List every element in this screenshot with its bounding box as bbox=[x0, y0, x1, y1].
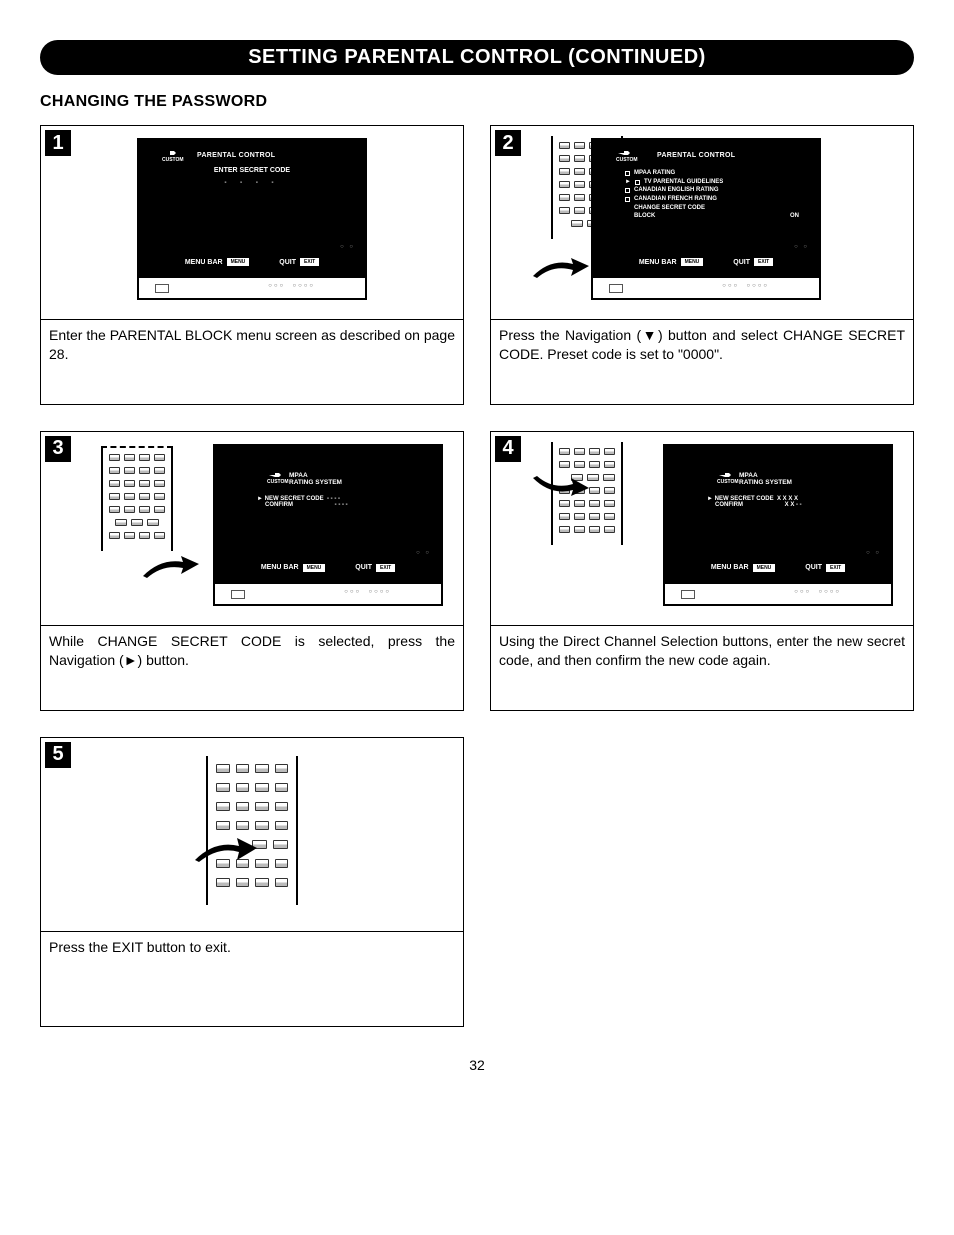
mpaa-label: MPAA bbox=[289, 472, 308, 479]
arrow-icon bbox=[531, 472, 591, 498]
tv-base: ○○○ ○○○○ bbox=[137, 278, 367, 300]
tv-base: ○○○ ○○○○ bbox=[663, 584, 893, 606]
hand-icon bbox=[164, 149, 178, 157]
tv-illustration: CUSTOM PARENTAL CONTROL ENTER SECRET COD… bbox=[137, 138, 367, 300]
quit-label: QUIT bbox=[805, 564, 822, 571]
section-subheading: CHANGING THE PASSWORD bbox=[40, 93, 914, 111]
tv-base: ○○○ ○○○○ bbox=[591, 278, 821, 300]
menu-button-label: MENU bbox=[303, 564, 326, 572]
led-dots: ○ ○ bbox=[416, 550, 431, 556]
step-4-panel: 4 CUSTOM bbox=[490, 431, 914, 626]
menu-item: BLOCK bbox=[634, 212, 655, 221]
tv-menu-row: MENU BAR MENU QUIT EXIT bbox=[215, 564, 441, 572]
arrow-icon bbox=[531, 256, 591, 282]
tv-menu-row: MENU BAR MENU QUIT EXIT bbox=[593, 258, 819, 266]
hand-icon bbox=[719, 471, 733, 479]
step-number: 3 bbox=[45, 436, 71, 462]
confirm-label: CONFIRM bbox=[715, 502, 743, 508]
step-5-caption: Press the EXIT button to exit. bbox=[40, 932, 464, 1028]
tv-base: ○○○ ○○○○ bbox=[213, 584, 443, 606]
custom-label: CUSTOM bbox=[616, 157, 638, 163]
custom-label: CUSTOM bbox=[162, 157, 184, 163]
steps-grid-3: 5 Press the EXIT button to exit. bbox=[40, 737, 914, 1028]
quit-label: QUIT bbox=[733, 259, 750, 266]
hand-icon bbox=[269, 471, 283, 479]
menu-item: CANADIAN ENGLISH RATING bbox=[634, 186, 719, 195]
rating-system-label: RATING SYSTEM bbox=[289, 479, 342, 486]
tv-menu-row: MENU BAR MENU QUIT EXIT bbox=[139, 258, 365, 266]
custom-label: CUSTOM bbox=[267, 479, 289, 485]
menu-button-label: MENU bbox=[753, 564, 776, 572]
step-4: 4 CUSTOM bbox=[490, 431, 914, 711]
tv-illustration: CUSTOM MPAA RATING SYSTEM ► NEW SECRET C… bbox=[213, 444, 443, 606]
menu-button-label: MENU bbox=[227, 258, 250, 266]
exit-button-label: EXIT bbox=[300, 258, 319, 266]
step-number: 5 bbox=[45, 742, 71, 768]
mpaa-label: MPAA bbox=[739, 472, 758, 479]
menubar-label: MENU BAR bbox=[261, 564, 299, 571]
step-3-caption: While CHANGE SECRET CODE is selected, pr… bbox=[40, 626, 464, 711]
confirm-label: CONFIRM bbox=[265, 502, 293, 508]
step-1-panel: 1 CUSTOM PARENTAL CONTROL ENTER SECRET C… bbox=[40, 125, 464, 320]
step-2-caption: Press the Navigation (▼) button and sele… bbox=[490, 320, 914, 405]
step-1: 1 CUSTOM PARENTAL CONTROL ENTER SECRET C… bbox=[40, 125, 464, 405]
menubar-label: MENU BAR bbox=[711, 564, 749, 571]
step-number: 2 bbox=[495, 130, 521, 156]
menubar-label: MENU BAR bbox=[185, 259, 223, 266]
page-number: 32 bbox=[40, 1057, 914, 1073]
steps-grid-2: 3 CUSTOM bbox=[40, 431, 914, 711]
confirm-value: X X - - bbox=[785, 502, 802, 508]
page-title-bar: SETTING PARENTAL CONTROL (CONTINUED) bbox=[40, 40, 914, 75]
step-5-panel: 5 bbox=[40, 737, 464, 932]
exit-button-label: EXIT bbox=[376, 564, 395, 572]
remote-illustration bbox=[206, 756, 298, 905]
menu-item: MPAA RATING bbox=[634, 169, 675, 178]
menu-button-label: MENU bbox=[681, 258, 704, 266]
menu-item: CHANGE SECRET CODE bbox=[634, 204, 705, 213]
tv-illustration: CUSTOM MPAA RATING SYSTEM ► NEW SECRET C… bbox=[663, 444, 893, 606]
menu-list: MPAA RATING ►TV PARENTAL GUIDELINES CANA… bbox=[625, 169, 805, 221]
exit-button-label: EXIT bbox=[754, 258, 773, 266]
new-code-value: - - - - bbox=[327, 496, 340, 502]
led-dots: ○ ○ bbox=[794, 244, 809, 250]
step-5: 5 Press the EXIT button to exit. bbox=[40, 737, 464, 1028]
screen-title: PARENTAL CONTROL bbox=[657, 152, 805, 159]
led-dots: ○ ○ bbox=[340, 244, 355, 250]
step-2-panel: 2 CUSTOM PARENTAL CONTROL MPAA bbox=[490, 125, 914, 320]
steps-grid: 1 CUSTOM PARENTAL CONTROL ENTER SECRET C… bbox=[40, 125, 914, 405]
new-code-value: X X X X bbox=[777, 496, 798, 502]
hand-icon bbox=[618, 149, 632, 157]
step-4-caption: Using the Direct Channel Selection butto… bbox=[490, 626, 914, 711]
quit-label: QUIT bbox=[279, 259, 296, 266]
screen-subtitle: ENTER SECRET CODE bbox=[153, 167, 351, 174]
new-code-label: NEW SECRET CODE bbox=[265, 496, 324, 502]
tv-menu-row: MENU BAR MENU QUIT EXIT bbox=[665, 564, 891, 572]
rating-system-label: RATING SYSTEM bbox=[739, 479, 792, 486]
step-3: 3 CUSTOM bbox=[40, 431, 464, 711]
exit-button-label: EXIT bbox=[826, 564, 845, 572]
screen-title: PARENTAL CONTROL bbox=[197, 152, 351, 159]
new-code-label: NEW SECRET CODE bbox=[715, 496, 774, 502]
custom-label: CUSTOM bbox=[717, 479, 739, 485]
menubar-label: MENU BAR bbox=[639, 259, 677, 266]
step-1-caption: Enter the PARENTAL BLOCK menu screen as … bbox=[40, 320, 464, 405]
menu-item: TV PARENTAL GUIDELINES bbox=[644, 178, 723, 187]
led-dots: ○ ○ bbox=[866, 550, 881, 556]
arrow-icon bbox=[141, 554, 201, 580]
step-2: 2 CUSTOM PARENTAL CONTROL MPAA bbox=[490, 125, 914, 405]
on-label: ON bbox=[790, 212, 799, 221]
step-number: 4 bbox=[495, 436, 521, 462]
step-number: 1 bbox=[45, 130, 71, 156]
arrow-icon bbox=[191, 836, 261, 866]
quit-label: QUIT bbox=[355, 564, 372, 571]
tv-illustration: CUSTOM PARENTAL CONTROL MPAA RATING ►TV … bbox=[591, 138, 821, 300]
code-dots: - - - - bbox=[153, 180, 351, 186]
menu-item: CANADIAN FRENCH RATING bbox=[634, 195, 717, 204]
step-3-panel: 3 CUSTOM bbox=[40, 431, 464, 626]
remote-illustration bbox=[101, 446, 173, 551]
confirm-value: - - - - bbox=[335, 502, 348, 508]
